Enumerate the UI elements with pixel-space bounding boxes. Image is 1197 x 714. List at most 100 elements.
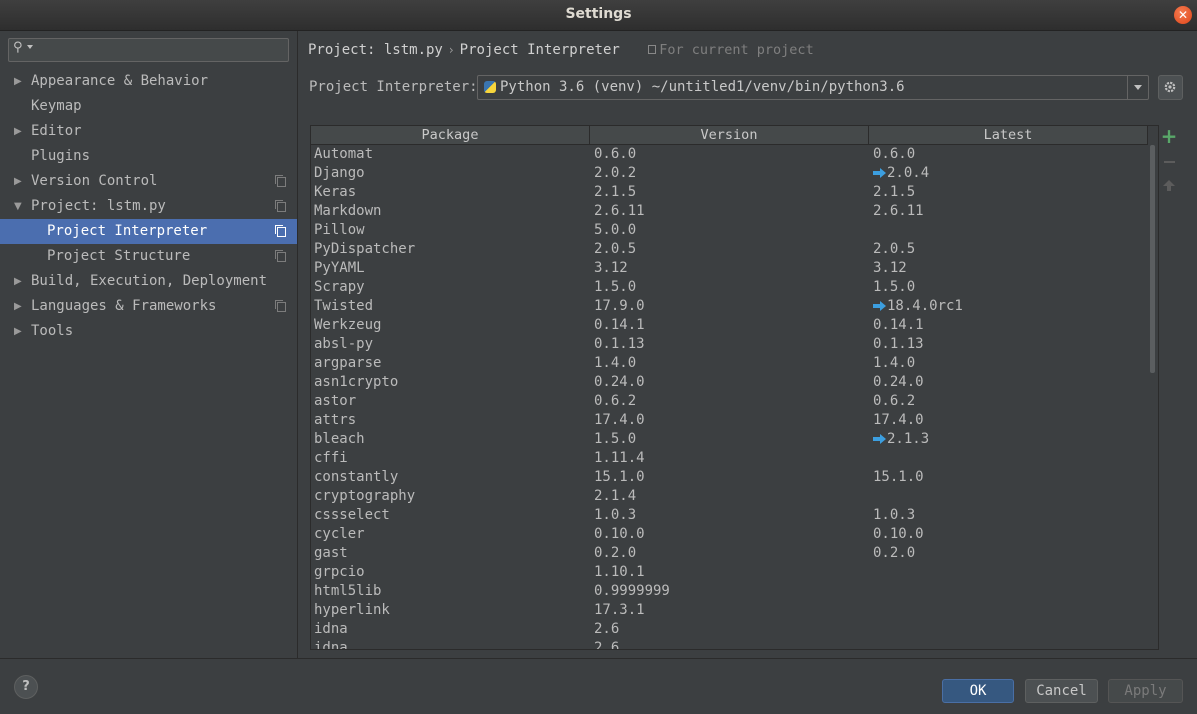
cell-version: 1.5.0 — [594, 278, 636, 297]
sidebar-item[interactable]: ▶ Editor — [0, 119, 297, 144]
interpreter-settings-button[interactable] — [1158, 75, 1183, 100]
cell-text: grpcio — [314, 564, 365, 580]
table-row[interactable]: constantly 15.1.0 15.1.0 — [311, 468, 1148, 487]
search-icon: ⚲ — [13, 40, 23, 55]
cell-text: gast — [314, 545, 348, 561]
cell-text: 2.0.5 — [594, 241, 637, 257]
table-row[interactable]: bleach 1.5.0 2.1.3 — [311, 430, 1148, 449]
cell-text: 0.14.1 — [594, 317, 645, 333]
sidebar-item[interactable]: ▶ Version Control — [0, 169, 297, 194]
table-row[interactable]: cssselect 1.0.3 1.0.3 — [311, 506, 1148, 525]
cell-latest: 18.4.0rc1 — [873, 297, 963, 316]
expanded-arrow-icon[interactable]: ▼ — [14, 194, 22, 219]
cell-text: 17.4.0 — [873, 412, 924, 428]
cell-text: 0.14.1 — [873, 317, 924, 333]
help-icon[interactable]: ? — [14, 675, 38, 699]
cell-text: 2.1.3 — [887, 431, 930, 447]
collapsed-arrow-icon[interactable]: ▶ — [14, 119, 22, 144]
table-row[interactable]: PyDispatcher 2.0.5 2.0.5 — [311, 240, 1148, 259]
scope-hint: For current project — [648, 42, 814, 58]
remove-package-icon[interactable] — [1158, 151, 1180, 173]
cell-text: 0.1.13 — [873, 336, 924, 352]
table-row[interactable]: Markdown 2.6.11 2.6.11 — [311, 202, 1148, 221]
column-header-version[interactable]: Version — [590, 126, 869, 144]
table-row[interactable]: Werkzeug 0.14.1 0.14.1 — [311, 316, 1148, 335]
table-row[interactable]: Twisted 17.9.0 18.4.0rc1 — [311, 297, 1148, 316]
sidebar-item[interactable]: Plugins — [0, 144, 297, 169]
table-row[interactable]: Scrapy 1.5.0 1.5.0 — [311, 278, 1148, 297]
cell-latest: 17.4.0 — [873, 411, 924, 430]
cell-version: 0.1.13 — [594, 335, 645, 354]
cell-text: 3.12 — [873, 260, 907, 276]
interpreter-row: Project Interpreter: Python 3.6 (venv) ~… — [309, 75, 1189, 101]
table-row[interactable]: cffi 1.11.4 — [311, 449, 1148, 468]
collapsed-arrow-icon[interactable]: ▶ — [14, 169, 22, 194]
sidebar-item[interactable]: ▶ Tools — [0, 319, 297, 344]
table-row[interactable]: html5lib 0.9999999 — [311, 582, 1148, 601]
column-header-package[interactable]: Package — [311, 126, 590, 144]
table-row[interactable]: idna 2.6 — [311, 620, 1148, 639]
cancel-button[interactable]: Cancel — [1025, 679, 1098, 703]
add-package-icon[interactable]: + — [1158, 125, 1180, 147]
sidebar-item[interactable]: Project Structure — [0, 244, 297, 269]
table-row[interactable]: Keras 2.1.5 2.1.5 — [311, 183, 1148, 202]
table-row[interactable]: asn1crypto 0.24.0 0.24.0 — [311, 373, 1148, 392]
sidebar-item[interactable]: ▶ Appearance & Behavior — [0, 69, 297, 94]
project-scope-icon — [275, 250, 286, 262]
cell-text: cryptography — [314, 488, 416, 504]
sidebar-item[interactable]: Keymap — [0, 94, 297, 119]
cell-text: 5.0.0 — [594, 222, 637, 238]
table-row[interactable]: absl-py 0.1.13 0.1.13 — [311, 335, 1148, 354]
search-dropdown-icon[interactable] — [27, 45, 33, 49]
table-row[interactable]: Automat 0.6.0 0.6.0 — [311, 145, 1148, 164]
cell-text: 0.2.0 — [594, 545, 637, 561]
cell-text: 0.24.0 — [873, 374, 924, 390]
scrollbar-thumb[interactable] — [1150, 145, 1155, 373]
sidebar-item-label: Project Structure — [47, 248, 191, 264]
vertical-scrollbar[interactable] — [1149, 145, 1157, 649]
table-row[interactable]: PyYAML 3.12 3.12 — [311, 259, 1148, 278]
apply-button[interactable]: Apply — [1108, 679, 1183, 703]
table-row[interactable]: cycler 0.10.0 0.10.0 — [311, 525, 1148, 544]
interpreter-select[interactable]: Python 3.6 (venv) ~/untitled1/venv/bin/p… — [477, 75, 1149, 100]
table-row[interactable]: Pillow 5.0.0 — [311, 221, 1148, 240]
cell-version: 17.4.0 — [594, 411, 645, 430]
table-row[interactable]: cryptography 2.1.4 — [311, 487, 1148, 506]
sidebar-item[interactable]: ▶ Build, Execution, Deployment — [0, 269, 297, 294]
column-header-latest[interactable]: Latest — [869, 126, 1148, 144]
table-row[interactable]: astor 0.6.2 0.6.2 — [311, 392, 1148, 411]
table-row[interactable]: hyperlink 17.3.1 — [311, 601, 1148, 620]
table-row[interactable]: attrs 17.4.0 17.4.0 — [311, 411, 1148, 430]
table-row[interactable]: grpcio 1.10.1 — [311, 563, 1148, 582]
table-row[interactable]: idna 2.6 — [311, 639, 1148, 649]
table-row[interactable]: argparse 1.4.0 1.4.0 — [311, 354, 1148, 373]
sidebar-item-label: Version Control — [31, 173, 158, 189]
cell-latest: 0.6.0 — [873, 145, 915, 164]
cell-text: 15.1.0 — [873, 469, 924, 485]
cell-version: 1.5.0 — [594, 430, 636, 449]
sidebar-item[interactable]: ▼ Project: lstm.py — [0, 194, 297, 219]
chevron-down-icon[interactable] — [1127, 76, 1148, 99]
table-header: Package Version Latest — [311, 126, 1148, 145]
scope-hint-text: For current project — [659, 42, 814, 58]
collapsed-arrow-icon[interactable]: ▶ — [14, 269, 22, 294]
collapsed-arrow-icon[interactable]: ▶ — [14, 294, 22, 319]
table-row[interactable]: gast 0.2.0 0.2.0 — [311, 544, 1148, 563]
upgrade-package-icon[interactable] — [1158, 175, 1180, 197]
ok-button[interactable]: OK — [942, 679, 1014, 703]
cell-text: 2.0.4 — [887, 165, 930, 181]
cell-package: Django — [314, 164, 365, 183]
cell-version: 0.6.0 — [594, 145, 636, 164]
collapsed-arrow-icon[interactable]: ▶ — [14, 319, 22, 344]
table-row[interactable]: Django 2.0.2 2.0.4 — [311, 164, 1148, 183]
search-field[interactable]: ⚲ — [8, 38, 289, 62]
cell-package: cssselect — [314, 506, 390, 525]
breadcrumb-parent[interactable]: Project: lstm.py — [308, 42, 443, 58]
cell-package: constantly — [314, 468, 398, 487]
close-icon[interactable]: ✕ — [1174, 6, 1192, 24]
python-icon — [484, 81, 496, 93]
cell-package: idna — [314, 620, 348, 639]
sidebar-item[interactable]: Project Interpreter — [0, 219, 297, 244]
collapsed-arrow-icon[interactable]: ▶ — [14, 69, 22, 94]
sidebar-item[interactable]: ▶ Languages & Frameworks — [0, 294, 297, 319]
